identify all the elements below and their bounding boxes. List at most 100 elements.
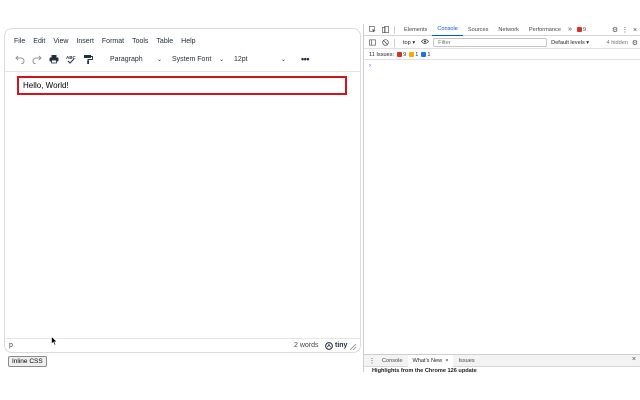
issues-error-count: 9 xyxy=(403,51,407,58)
issues-info: 1 xyxy=(421,52,430,58)
chevron-down-icon: ⌄ xyxy=(218,56,224,63)
menu-edit[interactable]: Edit xyxy=(33,38,45,45)
issues-warnings: 1 xyxy=(409,52,418,58)
devtools-drawer: ⋮ Console What's New × Issues × Highligh… xyxy=(364,354,640,373)
log-levels-select[interactable]: Default levels ▾ xyxy=(551,40,589,46)
redo-icon xyxy=(32,55,42,64)
tiny-brand-link[interactable]: tiny xyxy=(325,341,348,350)
whats-new-headline: Highlights from the Chrome 126 update xyxy=(372,368,477,373)
menu-tools[interactable]: Tools xyxy=(132,38,148,45)
chevron-down-icon: ⌄ xyxy=(280,56,286,63)
tiny-brand-text: tiny xyxy=(335,342,348,349)
live-expression-button[interactable] xyxy=(421,38,431,47)
dropdown-triangle-icon: ▾ xyxy=(410,39,416,46)
block-format-value: Paragraph xyxy=(110,55,143,63)
levels-value: Default levels xyxy=(551,39,585,46)
screen: File Edit View Insert Format Tools Table… xyxy=(0,0,640,400)
mouse-cursor-icon xyxy=(51,336,58,346)
menu-table[interactable]: Table xyxy=(156,38,173,45)
spellcheck-button[interactable]: ABC xyxy=(64,52,78,66)
undo-button[interactable] xyxy=(13,52,27,66)
font-size-select[interactable]: 12pt ⌄ xyxy=(231,52,289,66)
warning-icon xyxy=(409,52,415,57)
editor-content-area[interactable]: Hello, World! xyxy=(5,71,360,335)
settings-gear-icon[interactable]: ⚙ xyxy=(610,26,620,34)
tab-network[interactable]: Network xyxy=(493,24,524,36)
svg-text:ABC: ABC xyxy=(66,55,76,60)
close-tab-icon[interactable]: × xyxy=(445,358,448,364)
redo-button[interactable] xyxy=(30,52,44,66)
menu-view[interactable]: View xyxy=(53,38,68,45)
inspect-cursor-icon xyxy=(368,26,376,33)
more-toolbar-button[interactable]: ••• xyxy=(297,52,313,66)
drawer-tab-whats-new-label: What's New xyxy=(412,357,443,364)
font-family-select[interactable]: System Font ⌄ xyxy=(169,52,227,66)
chevron-down-icon: ⌄ xyxy=(156,56,162,63)
spellcheck-icon: ABC xyxy=(66,55,76,64)
device-icon xyxy=(381,26,389,33)
more-tabs-button[interactable]: » xyxy=(566,26,574,33)
print-button[interactable] xyxy=(47,52,61,66)
resize-handle-icon[interactable] xyxy=(350,344,356,350)
sidebar-toggle-button[interactable] xyxy=(367,38,377,48)
info-icon xyxy=(421,52,427,57)
error-icon xyxy=(397,52,403,57)
hidden-messages-count: 4 hidden xyxy=(606,40,628,46)
drawer-tab-console[interactable]: Console xyxy=(377,355,408,367)
inspect-element-button[interactable] xyxy=(367,25,377,35)
console-filter-input[interactable]: Filter xyxy=(433,38,548,47)
issues-info-count: 1 xyxy=(427,51,431,58)
devtools-panel: Elements Console Sources Network Perform… xyxy=(363,24,640,373)
context-select[interactable]: top ▾ xyxy=(403,40,415,46)
rich-text-editor: File Edit View Insert Format Tools Table… xyxy=(4,28,361,353)
block-format-select[interactable]: Paragraph ⌄ xyxy=(107,52,165,66)
console-settings-gear-icon[interactable]: ⚙ xyxy=(632,39,638,47)
context-value: top xyxy=(403,39,411,46)
kebab-menu-icon[interactable]: ⋮ xyxy=(620,26,630,34)
eye-icon xyxy=(421,39,430,44)
close-devtools-icon[interactable]: × xyxy=(630,27,640,34)
error-count-badge[interactable]: 9 xyxy=(576,26,586,33)
tab-console[interactable]: Console xyxy=(432,24,463,36)
dropdown-triangle-icon: ▾ xyxy=(584,39,590,46)
console-prompt[interactable]: › xyxy=(369,63,371,69)
issues-summary[interactable]: 11 Issues: 9 1 1 xyxy=(364,50,640,60)
drawer-menu-icon[interactable]: ⋮ xyxy=(367,356,377,366)
element-path[interactable]: p xyxy=(9,342,13,349)
tiny-logo-icon xyxy=(325,341,333,350)
tab-sources[interactable]: Sources xyxy=(463,24,494,36)
paint-roller-icon xyxy=(84,55,93,64)
issues-label: 11 Issues: xyxy=(369,51,395,58)
content-paragraph[interactable]: Hello, World! xyxy=(17,76,347,95)
close-drawer-icon[interactable]: × xyxy=(632,356,636,363)
issues-errors: 9 xyxy=(397,52,406,58)
sidebar-icon xyxy=(368,39,376,46)
font-family-value: System Font xyxy=(172,55,212,63)
word-count[interactable]: 2 words xyxy=(294,342,319,349)
tab-performance[interactable]: Performance xyxy=(524,24,566,36)
drawer-tab-whats-new[interactable]: What's New × xyxy=(407,354,454,367)
editor-toolbar: ABC Paragraph ⌄ System Font ⌄ 12pt ⌄ ••• xyxy=(5,51,360,67)
menu-help[interactable]: Help xyxy=(181,38,195,45)
device-toolbar-button[interactable] xyxy=(380,25,390,35)
format-painter-button[interactable] xyxy=(81,52,95,66)
menu-insert[interactable]: Insert xyxy=(76,38,94,45)
drawer-tabbar: ⋮ Console What's New × Issues × xyxy=(364,354,640,367)
drawer-tab-issues[interactable]: Issues xyxy=(453,355,479,367)
editor-menubar: File Edit View Insert Format Tools Table… xyxy=(5,33,204,49)
menu-format[interactable]: Format xyxy=(102,38,124,45)
menu-file[interactable]: File xyxy=(14,38,25,45)
clear-console-button[interactable] xyxy=(380,38,390,48)
printer-icon xyxy=(49,55,59,64)
inline-css-button[interactable]: Inline CSS xyxy=(8,356,47,367)
issues-warning-count: 1 xyxy=(415,51,419,58)
console-toolbar: top ▾ Filter Default levels ▾ 4 hidden ⚙ xyxy=(364,37,640,49)
tab-elements[interactable]: Elements xyxy=(399,24,432,36)
error-icon xyxy=(576,27,582,32)
font-size-value: 12pt xyxy=(234,55,248,63)
undo-icon xyxy=(15,55,25,64)
editor-statusbar: p 2 words tiny xyxy=(5,338,360,352)
devtools-tabbar: Elements Console Sources Network Perform… xyxy=(364,24,640,36)
error-count: 9 xyxy=(582,26,586,33)
block-icon xyxy=(381,39,389,46)
